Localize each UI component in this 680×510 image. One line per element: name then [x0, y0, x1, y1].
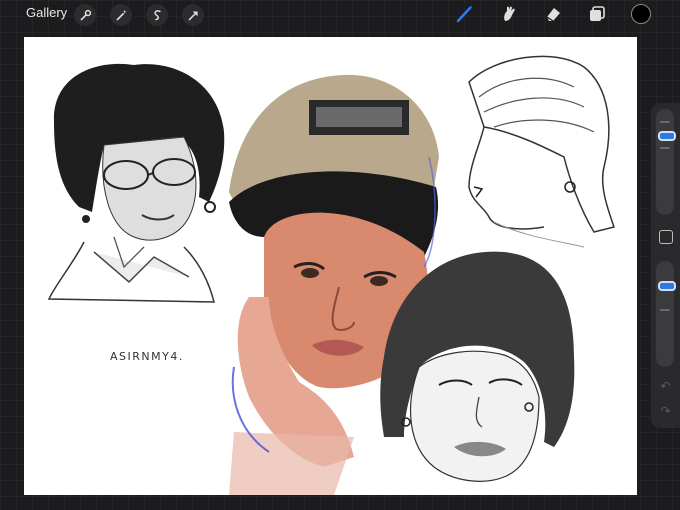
- eraser-icon[interactable]: [542, 3, 564, 25]
- color-swatch[interactable]: [631, 4, 651, 24]
- slider-tick: [660, 147, 670, 149]
- magic-wand-icon[interactable]: [110, 4, 132, 26]
- brush-icon[interactable]: [454, 3, 476, 25]
- artist-signature: ASIRNMY4.: [110, 350, 184, 363]
- undo-icon[interactable]: ↶: [659, 380, 672, 393]
- drawing-canvas[interactable]: ASIRNMY4.: [24, 37, 637, 495]
- artwork: ASIRNMY4.: [47, 55, 615, 495]
- transform-arrow-icon[interactable]: [182, 4, 204, 26]
- top-toolbar: Gallery: [0, 0, 680, 30]
- opacity-thumb[interactable]: [658, 281, 676, 291]
- opacity-slider[interactable]: [656, 261, 676, 367]
- sketch-portrait-glasses: [47, 63, 225, 303]
- sketch-profile: [468, 55, 615, 248]
- layers-icon[interactable]: [586, 3, 608, 25]
- brush-size-thumb[interactable]: [658, 131, 676, 141]
- slider-tick: [660, 309, 670, 311]
- brush-size-slider[interactable]: [656, 109, 676, 215]
- redo-icon[interactable]: ↷: [659, 405, 672, 418]
- color-portrait-cap: [229, 74, 439, 495]
- modify-button[interactable]: [659, 230, 673, 244]
- smudge-icon[interactable]: [498, 3, 520, 25]
- tool-sidebar: ↶ ↷: [651, 103, 680, 428]
- selection-icon[interactable]: [146, 4, 168, 26]
- wrench-icon[interactable]: [74, 4, 96, 26]
- gallery-button[interactable]: Gallery: [26, 5, 67, 20]
- slider-tick: [660, 121, 670, 123]
